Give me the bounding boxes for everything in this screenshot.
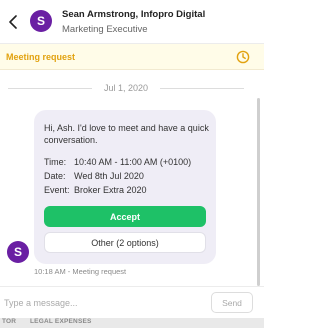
message-input[interactable] [4,293,200,313]
divider-line [160,87,245,89]
message-composer: Send [0,286,264,318]
event-label: Event: [44,185,70,195]
time-label: Time: [44,157,67,167]
background-page-strip: TOR LEGAL EXPENSES [0,318,264,328]
date-separator-label: Jul 1, 2020 [103,83,149,93]
sender-avatar[interactable]: S [7,241,29,263]
meeting-event-row: Event: Broker Extra 2020 [44,185,147,195]
contact-role: Marketing Executive [62,24,148,35]
scrollbar[interactable] [257,98,260,286]
back-button[interactable] [4,12,22,32]
chevron-left-icon [9,15,17,29]
background-tab-label: LEGAL EXPENSES [30,318,92,325]
meeting-time-row: Time: 10:40 AM - 11:00 AM (+0100) [44,157,191,167]
event-value: Broker Extra 2020 [74,185,147,195]
meeting-request-banner[interactable]: Meeting request [0,44,264,70]
date-value: Wed 8th Jul 2020 [74,171,144,181]
date-label: Date: [44,171,66,181]
time-value: 10:40 AM - 11:00 AM (+0100) [74,157,192,167]
date-separator: Jul 1, 2020 [8,81,245,95]
send-button[interactable]: Send [211,292,253,313]
message-timestamp: 10:18 AM - Meeting request [34,267,127,276]
chat-header: S Sean Armstrong, Infopro Digital Market… [0,0,264,44]
banner-label: Meeting request [6,52,76,62]
meeting-date-row: Date: Wed 8th Jul 2020 [44,171,144,181]
accept-button[interactable]: Accept [44,206,206,227]
message-text: Hi, Ash. I'd love to meet and have a qui… [44,123,209,145]
other-options-button[interactable]: Other (2 options) [44,232,206,253]
background-tab-label: TOR [2,318,17,325]
divider-line [8,87,92,89]
contact-avatar[interactable]: S [30,10,52,32]
clock-icon [236,50,250,64]
meeting-request-card: Hi, Ash. I'd love to meet and have a qui… [34,110,216,264]
contact-name[interactable]: Sean Armstrong, Infopro Digital [62,9,205,20]
